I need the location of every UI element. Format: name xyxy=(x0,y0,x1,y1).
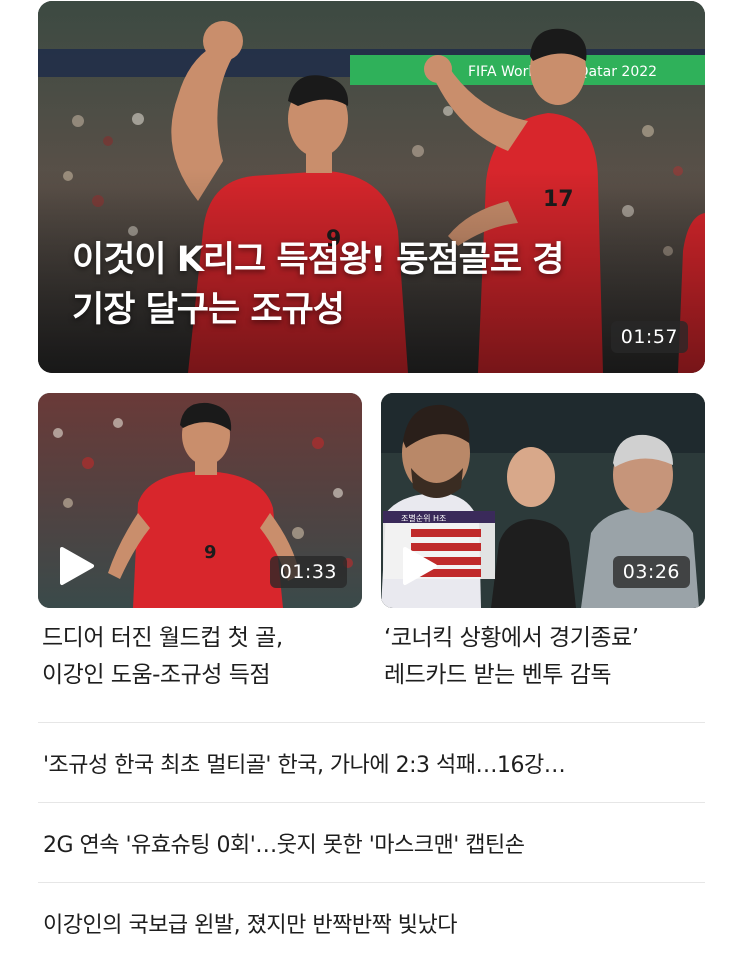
card-1-title-line-1: 드디어 터진 월드컵 첫 골, xyxy=(42,625,283,651)
video-card-thumbnail-1[interactable]: 9 01:33 xyxy=(38,393,362,608)
play-icon[interactable] xyxy=(54,544,98,588)
scoreboard-title: 조별순위 H조 xyxy=(401,513,446,523)
card-2-title-line-2: 레드카드 받는 벤투 감독 xyxy=(384,662,612,688)
video-feed: FIFA World Cup Qatar 2022 9 17 이것이 K리그 득… xyxy=(0,0,743,965)
hero-title-line-1: 이것이 K리그 득점왕! 동점골로 경 xyxy=(72,240,564,280)
play-icon[interactable] xyxy=(397,544,441,588)
hero-video-card[interactable]: FIFA World Cup Qatar 2022 9 17 이것이 K리그 득… xyxy=(38,1,705,373)
card-1-title-line-2: 이강인 도움-조규성 득점 xyxy=(42,662,271,688)
card-1-duration-badge: 01:33 xyxy=(269,556,347,588)
headline-item[interactable]: 이강인의 국보급 왼발, 졌지만 반짝반짝 빛났다 xyxy=(38,882,705,962)
hero-title-line-2: 기장 달구는 조규성 xyxy=(72,290,345,330)
video-card-title-1[interactable]: 드디어 터진 월드컵 첫 골, 이강인 도움-조규성 득점 xyxy=(42,620,372,694)
hero-duration-badge: 01:57 xyxy=(610,321,688,353)
svg-text:9: 9 xyxy=(204,542,217,563)
video-card-title-2[interactable]: ‘코너킥 상황에서 경기종료’ 레드카드 받는 벤투 감독 xyxy=(384,620,714,694)
hero-title: 이것이 K리그 득점왕! 동점골로 경 기장 달구는 조규성 xyxy=(72,235,632,335)
headline-item[interactable]: '조규성 한국 최초 멀티골' 한국, 가나에 2:3 석패…16강… xyxy=(38,722,705,802)
video-card-thumbnail-2[interactable]: 조별순위 H조 03:26 xyxy=(381,393,705,608)
card-2-title-line-1: ‘코너킥 상황에서 경기종료’ xyxy=(384,625,639,651)
card-2-duration-badge: 03:26 xyxy=(612,556,690,588)
headline-list: '조규성 한국 최초 멀티골' 한국, 가나에 2:3 석패…16강… 2G 연… xyxy=(38,722,705,962)
headline-item[interactable]: 2G 연속 '유효슈팅 0회'…웃지 못한 '마스크맨' 캡틴손 xyxy=(38,802,705,882)
